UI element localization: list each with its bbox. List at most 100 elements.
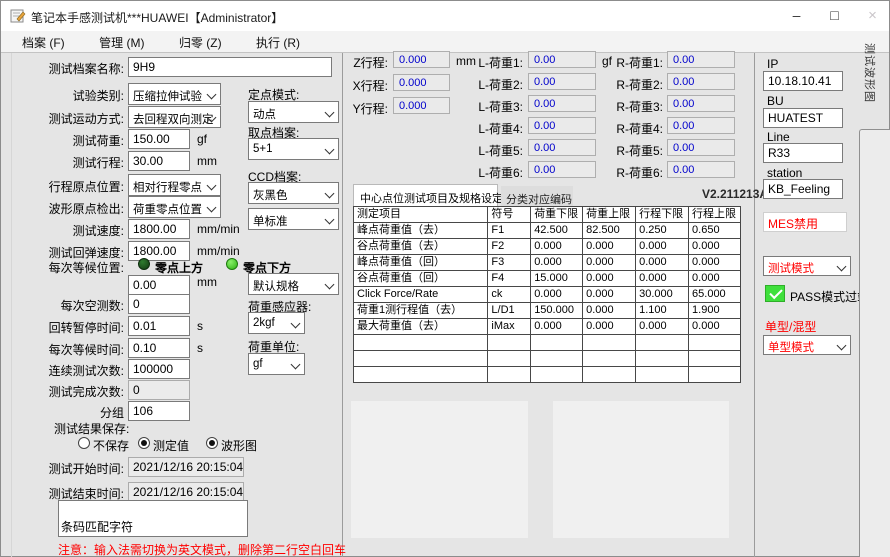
l-load-5-label: L-荷重5:: [461, 142, 523, 159]
window-title: 笔记本手感测试机***HUAWEI【Administrator】: [31, 9, 283, 26]
pause-time-unit: s: [197, 319, 203, 333]
start-time-readout: 2021/12/16 20:15:04: [128, 457, 244, 477]
close-button[interactable]: ×: [855, 1, 890, 30]
file-name-input[interactable]: 9H9: [128, 57, 332, 77]
panel-empty-1: [351, 401, 528, 538]
fixed-point-mode-select[interactable]: 动点: [248, 101, 339, 123]
standard-select[interactable]: 单标准: [248, 208, 339, 230]
test-load-unit: gf: [197, 132, 207, 146]
stroke-origin-select[interactable]: 相对行程零点: [128, 174, 221, 196]
empty-tests-input[interactable]: 0: [128, 294, 190, 314]
title-bar: 笔记本手感测试机***HUAWEI【Administrator】 – □ ×: [1, 1, 889, 32]
table-row: 谷点荷重值（回）F415.0000.0000.0000.000: [354, 271, 741, 287]
spec-table[interactable]: 测定项目符号荷重下限荷重上限行程下限行程上限 峰点荷重值（去）F142.5008…: [353, 206, 741, 383]
test-load-label: 测试荷重:: [14, 132, 124, 149]
menu-run[interactable]: 执行 (R): [247, 31, 309, 53]
wait-offset-input[interactable]: 0.00: [128, 275, 190, 295]
table-row: Click Force/Rateck0.0000.00030.00065.000: [354, 287, 741, 303]
bu-input[interactable]: HUATEST: [763, 108, 843, 128]
load-unit-select[interactable]: gf: [248, 353, 305, 375]
load-sensor-select[interactable]: 2kgf: [248, 312, 305, 334]
collapsed-side-panel: [859, 129, 890, 557]
completed-count-label: 测试完成次数:: [14, 383, 124, 400]
menu-file[interactable]: 档案 (F): [13, 31, 74, 53]
radio-no-save[interactable]: [78, 437, 90, 449]
end-time-readout: 2021/12/16 20:15:04: [128, 482, 244, 502]
led-above-zero[interactable]: [138, 258, 150, 270]
l-load-4-label: L-荷重4:: [461, 120, 523, 137]
chevron-down-icon: [207, 90, 217, 100]
model-type-label: 单型/混型: [765, 318, 816, 335]
default-spec-select[interactable]: 默认规格: [248, 273, 339, 295]
test-stroke-input[interactable]: 30.00: [128, 151, 190, 171]
completed-count-readout: 0: [128, 380, 190, 400]
chevron-down-icon: [325, 145, 335, 155]
r-load-2-label: R-荷重2:: [601, 76, 663, 93]
maximize-button[interactable]: □: [817, 1, 852, 30]
chevron-down-icon: [837, 262, 847, 272]
minimize-button[interactable]: –: [779, 1, 814, 30]
menu-zero[interactable]: 归零 (Z): [170, 31, 231, 53]
r-load-6-label: R-荷重6:: [601, 164, 663, 181]
chevron-down-icon: [325, 280, 335, 290]
ccd-file-select[interactable]: 灰黑色: [248, 182, 339, 204]
wave-origin-select[interactable]: 荷重零点位置: [128, 196, 221, 218]
pause-time-input[interactable]: 0.01: [128, 316, 190, 336]
station-input[interactable]: KB_Feeling: [763, 179, 843, 199]
wait-time-input[interactable]: 0.10: [128, 338, 190, 358]
line-input[interactable]: R33: [763, 143, 843, 163]
tab-category-codes[interactable]: 分类对应编码: [501, 186, 573, 206]
app-icon: [10, 8, 26, 24]
table-row: 峰点荷重值（回）F30.0000.0000.0000.000: [354, 255, 741, 271]
l-load-6-label: L-荷重6:: [461, 164, 523, 181]
led-below-zero[interactable]: [226, 258, 238, 270]
wait-time-unit: s: [197, 341, 203, 355]
r-load-5-readout: 0.00: [667, 139, 735, 156]
line-label: Line: [767, 130, 790, 144]
group-label: 分组: [14, 404, 124, 421]
test-speed-label: 测试速度:: [14, 222, 124, 239]
wait-offset-unit: mm: [197, 275, 217, 289]
test-type-select[interactable]: 压缩拉伸试验: [128, 83, 221, 105]
r-load-4-readout: 0.00: [667, 117, 735, 134]
panel-empty-2: [553, 401, 729, 538]
table-row-empty: [354, 367, 741, 383]
test-load-input[interactable]: 150.00: [128, 129, 190, 149]
ip-input[interactable]: 10.18.10.41: [763, 71, 843, 91]
tab-spec-settings[interactable]: 中心点位测试项目及规格设定:: [353, 184, 498, 206]
l-load-1-label: L-荷重1:: [461, 54, 523, 71]
barcode-match-textarea[interactable]: 条码匹配字符: [58, 500, 248, 537]
motion-mode-select[interactable]: 去回程双向测定: [128, 106, 221, 128]
station-label: station: [767, 166, 802, 180]
divider-left-middle: [342, 53, 343, 557]
r-load-3-label: R-荷重3:: [601, 98, 663, 115]
pass-mode-checkbox[interactable]: [765, 285, 785, 302]
wait-position-label: 每次等候位置:: [14, 259, 124, 276]
point-file-select[interactable]: 5+1: [248, 138, 339, 160]
app-window: 笔记本手感测试机***HUAWEI【Administrator】 – □ × 档…: [0, 0, 890, 557]
table-row-empty: [354, 335, 741, 351]
side-tab-waveform[interactable]: 测试波形图: [862, 43, 878, 103]
group-input[interactable]: 106: [128, 401, 190, 421]
menu-manage[interactable]: 管理 (M): [90, 31, 153, 53]
r-load-1-readout: 0.00: [667, 51, 735, 68]
input-method-note: 注意：输入法需切换为英文模式，删除第二行空白回车: [58, 541, 346, 557]
motion-mode-label: 测试运动方式:: [14, 110, 124, 127]
radio-waveform[interactable]: [206, 437, 218, 449]
spec-table-header: 测定项目符号荷重下限荷重上限行程下限行程上限: [354, 207, 741, 223]
test-speed-input[interactable]: 1800.00: [128, 219, 190, 239]
r-load-5-label: R-荷重5:: [601, 142, 663, 159]
model-mode-select[interactable]: 单型模式: [763, 335, 851, 355]
stroke-origin-label: 行程原点位置:: [14, 178, 124, 195]
rebound-speed-input[interactable]: 1800.00: [128, 241, 190, 261]
test-stroke-unit: mm: [197, 154, 217, 168]
l-load-6-readout: 0.00: [528, 161, 596, 178]
r-load-6-readout: 0.00: [667, 161, 735, 178]
wave-origin-label: 波形原点检出:: [14, 200, 124, 217]
barcode-match-label: 条码匹配字符: [61, 518, 133, 535]
table-row: 峰点荷重值（去）F142.50082.5000.2500.650: [354, 223, 741, 239]
test-mode-select[interactable]: 测试模式: [763, 256, 851, 276]
radio-measured-value[interactable]: [138, 437, 150, 449]
continuous-count-input[interactable]: 100000: [128, 359, 190, 379]
divider-middle-right: [754, 53, 755, 557]
